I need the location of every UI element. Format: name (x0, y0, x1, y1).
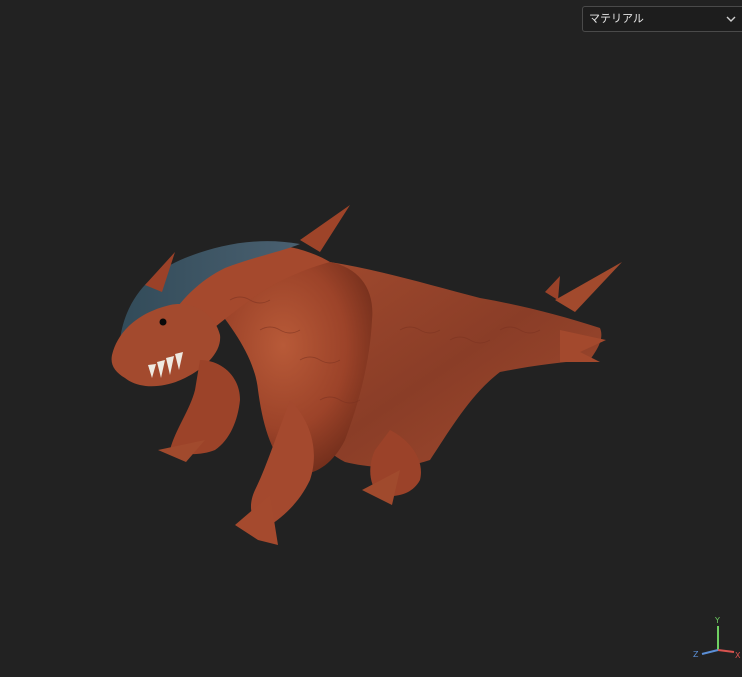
3d-viewport[interactable]: マテリアル Y X Z (0, 0, 742, 677)
y-axis-label: Y (714, 616, 720, 625)
x-axis-line (717, 649, 735, 653)
chevron-down-icon (726, 16, 736, 22)
tail-spike-mid (545, 276, 560, 300)
dorsal-spike (300, 205, 350, 252)
material-select-value: マテリアル (589, 12, 644, 25)
dragon-eye (159, 318, 167, 326)
material-select[interactable]: マテリアル (582, 6, 742, 32)
x-axis-label: X (735, 651, 741, 660)
z-axis-label: Z (693, 650, 699, 659)
axis-gizmo[interactable]: Y X Z (690, 612, 742, 664)
tail-spike-top (555, 262, 622, 312)
z-axis-line (701, 649, 719, 655)
dragon-model[interactable] (0, 0, 742, 677)
